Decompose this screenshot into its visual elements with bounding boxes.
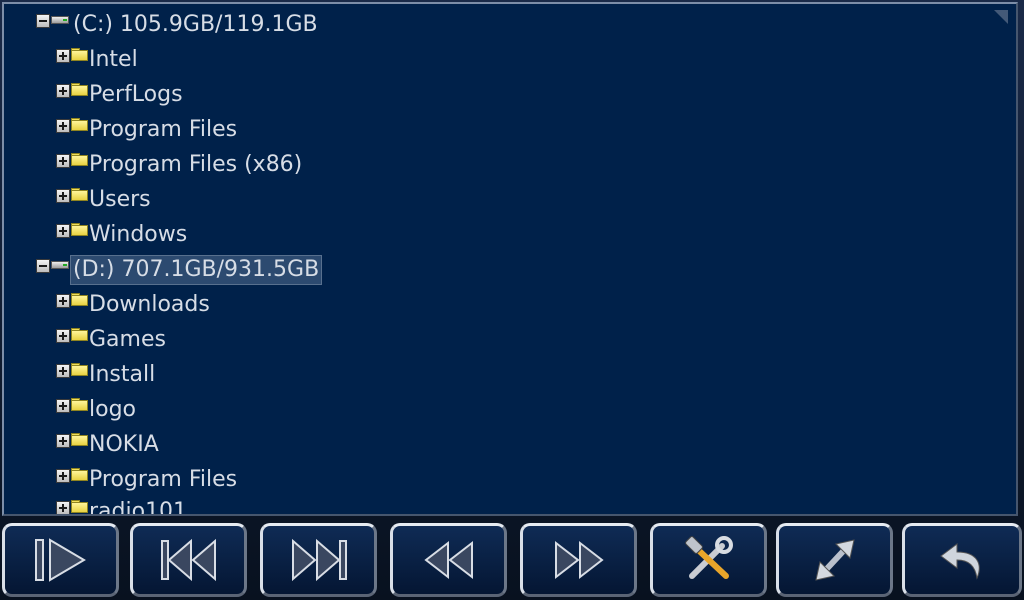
tools-icon	[684, 536, 733, 579]
folder-tree-panel[interactable]: (C:) 105.9GB/119.1GB Intel PerfLogs Prog…	[2, 2, 1018, 516]
expand-icon[interactable]	[56, 293, 70, 308]
folder-icon	[71, 222, 88, 236]
play-icon	[34, 538, 86, 582]
folder-label: Users	[89, 186, 151, 212]
file-browser-window: (C:) 105.9GB/119.1GB Intel PerfLogs Prog…	[0, 0, 1024, 600]
drive-icon	[51, 259, 71, 271]
folder-icon	[71, 397, 88, 411]
folder-icon	[71, 327, 88, 341]
back-arrow-icon	[940, 543, 980, 580]
drive-label-selected: (D:) 707.1GB/931.5GB	[69, 254, 323, 285]
folder-label: Downloads	[89, 291, 210, 317]
tree-node-folder[interactable]: PerfLogs	[56, 77, 185, 112]
tree-node-folder[interactable]: Intel	[56, 42, 140, 77]
rewind-icon	[423, 540, 473, 580]
drive-icon	[51, 14, 71, 26]
collapse-icon[interactable]	[36, 258, 50, 273]
folder-tree: (C:) 105.9GB/119.1GB Intel PerfLogs Prog…	[4, 4, 1016, 514]
skip-previous-icon	[160, 538, 216, 582]
expand-icon[interactable]	[56, 153, 70, 168]
folder-label: Intel	[89, 46, 138, 72]
folder-icon	[71, 117, 88, 131]
folder-icon	[71, 152, 88, 166]
expand-icon[interactable]	[56, 83, 70, 98]
folder-label: Program Files	[89, 466, 238, 492]
folder-label: Games	[89, 326, 166, 352]
folder-icon	[71, 467, 88, 481]
expand-icon[interactable]	[56, 188, 70, 203]
expand-icon[interactable]	[56, 363, 70, 378]
folder-icon	[71, 499, 88, 513]
folder-icon	[71, 292, 88, 306]
folder-label: PerfLogs	[89, 81, 183, 107]
folder-icon	[71, 82, 88, 96]
rewind-button[interactable]	[390, 523, 507, 597]
tree-node-folder[interactable]: Program Files	[56, 462, 239, 497]
fast-forward-button[interactable]	[520, 523, 637, 597]
folder-label: radio101	[89, 498, 188, 516]
tree-node-folder[interactable]: Downloads	[56, 287, 212, 322]
back-button[interactable]	[902, 523, 1022, 597]
tree-node-folder[interactable]: NOKIA	[56, 427, 161, 462]
tree-node-drive-d[interactable]: (D:) 707.1GB/931.5GB	[36, 252, 323, 287]
media-toolbar	[0, 520, 1024, 600]
expand-icon[interactable]	[56, 500, 70, 514]
resize-button[interactable]	[776, 523, 893, 597]
drive-label: (C:) 105.9GB/119.1GB	[73, 11, 318, 37]
tree-node-folder[interactable]: Program Files (x86)	[56, 147, 304, 182]
folder-label: Windows	[89, 221, 188, 247]
expand-icon[interactable]	[56, 223, 70, 238]
tree-node-drive-c[interactable]: (C:) 105.9GB/119.1GB	[36, 7, 320, 42]
folder-icon	[71, 187, 88, 201]
play-button[interactable]	[2, 523, 119, 597]
folder-icon	[71, 47, 88, 61]
skip-next-icon	[291, 538, 347, 582]
settings-button[interactable]	[650, 523, 767, 597]
tree-node-folder[interactable]: radio101	[56, 494, 189, 516]
resize-arrows-icon	[814, 539, 855, 581]
tree-node-folder[interactable]: Windows	[56, 217, 189, 252]
expand-icon[interactable]	[56, 118, 70, 133]
folder-label: Program Files (x86)	[89, 151, 303, 177]
folder-icon	[71, 432, 88, 446]
tree-node-folder[interactable]: Games	[56, 322, 168, 357]
folder-label: Install	[89, 361, 156, 387]
expand-icon[interactable]	[56, 328, 70, 343]
expand-icon[interactable]	[56, 433, 70, 448]
next-track-button[interactable]	[260, 523, 377, 597]
folder-label: Program Files	[89, 116, 238, 142]
collapse-icon[interactable]	[36, 13, 50, 28]
expand-icon[interactable]	[56, 468, 70, 483]
expand-icon[interactable]	[56, 48, 70, 63]
expand-icon[interactable]	[56, 398, 70, 413]
tree-node-folder[interactable]: Install	[56, 357, 157, 392]
tree-node-folder[interactable]: Program Files	[56, 112, 239, 147]
folder-label: logo	[89, 396, 136, 422]
tree-node-folder[interactable]: Users	[56, 182, 153, 217]
fast-forward-icon	[554, 540, 604, 580]
tree-node-folder[interactable]: logo	[56, 392, 138, 427]
folder-label: NOKIA	[89, 431, 159, 457]
folder-icon	[71, 362, 88, 376]
previous-track-button[interactable]	[130, 523, 247, 597]
